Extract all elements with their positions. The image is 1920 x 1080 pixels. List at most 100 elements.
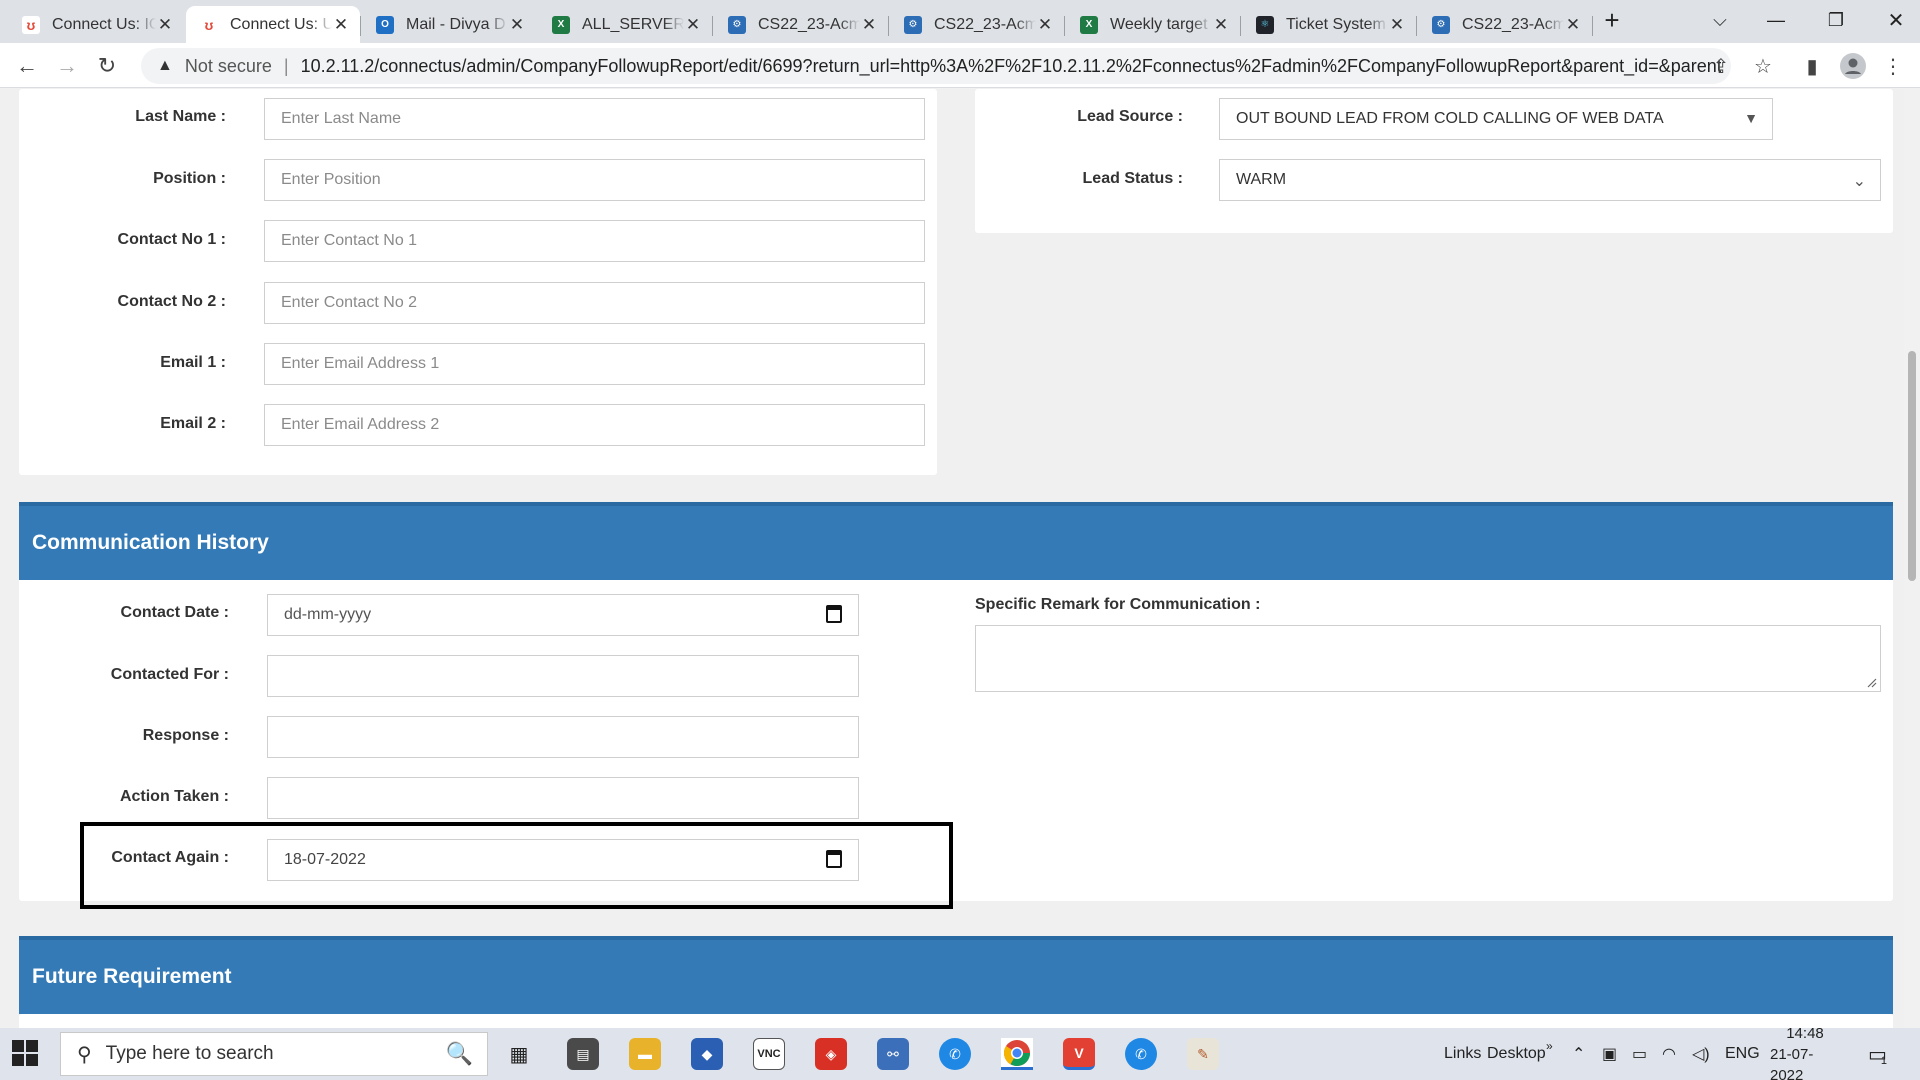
tab-search-chevron-icon[interactable]: ⌵ (1690, 0, 1750, 40)
battery-icon[interactable]: ▭ (1632, 1028, 1647, 1080)
taskbar-search-box[interactable]: ⚲ Type here to search 🔍 (60, 1032, 488, 1076)
side-panel-icon[interactable]: ▮ (1797, 51, 1827, 81)
notification-icon[interactable]: ▭ 1 (1868, 1028, 1887, 1080)
clock-date: 21-07-2022 (1770, 1045, 1814, 1080)
reload-icon[interactable]: ↻ (90, 49, 124, 83)
language-indicator[interactable]: ENG (1725, 1028, 1760, 1080)
close-icon[interactable]: ✕ (1036, 15, 1054, 35)
paint-icon[interactable]: ✎ (1187, 1038, 1219, 1070)
meet-now-icon[interactable]: ▣ (1602, 1028, 1617, 1080)
softphone-icon[interactable]: ✆ (939, 1038, 971, 1070)
remark-label: Specific Remark for Communication : (975, 596, 1261, 613)
contacted-for-input[interactable] (267, 655, 859, 697)
close-icon[interactable]: ✕ (156, 15, 174, 35)
task-view-icon[interactable]: ▦ (503, 1038, 535, 1070)
security-status[interactable]: Not secure (185, 56, 272, 77)
close-icon[interactable]: ✕ (1564, 15, 1582, 35)
phone-link-icon[interactable]: ▤ (567, 1038, 599, 1070)
restore-button[interactable]: ❐ (1806, 0, 1866, 40)
bookmark-star-icon[interactable]: ☆ (1748, 51, 1778, 81)
vnc-viewer-icon[interactable]: VNC (753, 1038, 785, 1070)
browser-tab[interactable]: ⚙ CS22_23-Acme ✕ (1418, 6, 1592, 43)
toolbar-overflow-icon[interactable]: » (1546, 1020, 1553, 1072)
close-window-button[interactable]: ✕ (1866, 0, 1920, 40)
tab-title: ALL_SERVERS_LIST (582, 15, 684, 33)
vivaldi-icon[interactable]: V (1063, 1038, 1095, 1070)
browser-tab[interactable]: O Mail - Divya D ✕ (362, 6, 536, 43)
remark-textarea[interactable] (975, 625, 1881, 692)
action-taken-input[interactable] (267, 777, 859, 819)
address-bar[interactable]: ▲ Not secure | 10.2.11.2/connectus/admin… (141, 48, 1731, 84)
close-icon[interactable]: ✕ (1388, 15, 1406, 35)
contact-no-2-input[interactable]: Enter Contact No 2 (264, 282, 925, 324)
kebab-menu-icon[interactable]: ⋮ (1878, 51, 1908, 81)
lead-status-value: WARM (1236, 171, 1287, 188)
minimize-button[interactable]: — (1746, 0, 1806, 40)
browser-toolbar: ← → ↻ ▲ Not secure | 10.2.11.2/connectus… (0, 43, 1920, 88)
email-1-input[interactable]: Enter Email Address 1 (264, 343, 925, 385)
clock-time: 14:48 (1786, 1024, 1824, 1042)
tab-title: CS22_23-Acme (758, 15, 860, 33)
browser-tab[interactable]: ⚛ Ticket System ✕ (1242, 6, 1416, 43)
lead-source-label: Lead Source : (1077, 108, 1183, 125)
communication-history-header: Communication History (19, 502, 1893, 580)
tab-title: Connect Us: ICon (52, 15, 156, 33)
last-name-input[interactable]: Enter Last Name (264, 98, 925, 140)
contact-date-input[interactable]: dd-mm-yyyy (267, 594, 859, 636)
clock[interactable]: 14:48 21-07-2022 (1770, 1025, 1840, 1080)
warning-triangle-icon: ▲ (157, 57, 173, 74)
position-input[interactable]: Enter Position (264, 159, 925, 201)
tab-title: Mail - Divya D (406, 15, 506, 33)
close-icon[interactable]: ✕ (332, 15, 350, 35)
contact-no-1-label: Contact No 1 : (117, 231, 226, 248)
highlight-box (80, 822, 953, 909)
tab-separator (1416, 16, 1417, 36)
lead-source-select[interactable]: OUT BOUND LEAD FROM COLD CALLING OF WEB … (1219, 98, 1773, 140)
section-title: Future Requirement (32, 965, 232, 988)
placeholder-text: Enter Contact No 2 (281, 294, 418, 311)
browser-tab[interactable]: X ALL_SERVERS_LIST ✕ (538, 6, 712, 43)
url-text[interactable]: 10.2.11.2/connectus/admin/CompanyFollowu… (301, 56, 1721, 77)
tab-separator (1240, 16, 1241, 36)
resize-handle-icon[interactable] (1867, 678, 1877, 688)
close-icon[interactable]: ✕ (508, 15, 526, 35)
share-icon[interactable]: ⇪ (1706, 51, 1736, 81)
response-input[interactable] (267, 716, 859, 758)
links-toolbar[interactable]: Links (1444, 1028, 1481, 1080)
network-app-icon[interactable]: ⚯ (877, 1038, 909, 1070)
volume-icon[interactable]: ◁) (1692, 1028, 1710, 1080)
contact-no-2-label: Contact No 2 : (117, 293, 226, 310)
new-tab-button[interactable]: + (1582, 0, 1642, 40)
browser-tab[interactable]: X Weekly target ✕ (1066, 6, 1240, 43)
action-taken-label: Action Taken : (119, 788, 229, 805)
back-arrow-icon[interactable]: ← (10, 49, 44, 83)
calendar-icon[interactable] (826, 605, 842, 623)
page-scrollbar[interactable] (1904, 89, 1920, 1028)
tab-title: CS22_23-Acme (934, 15, 1036, 33)
search-highlight-icon: 🔍 (445, 1041, 473, 1066)
remote-app-icon[interactable]: ◆ (691, 1038, 723, 1070)
email-2-input[interactable]: Enter Email Address 2 (264, 404, 925, 446)
close-icon[interactable]: ✕ (684, 15, 702, 35)
browser-tab[interactable]: ⚙ CS22_23-Acme ✕ (890, 6, 1064, 43)
chrome-icon[interactable] (1001, 1038, 1033, 1070)
placeholder-text: Enter Email Address 1 (281, 355, 440, 372)
excel-icon: X (552, 15, 570, 34)
forward-arrow-icon[interactable]: → (50, 49, 84, 83)
contact-no-1-input[interactable]: Enter Contact No 1 (264, 220, 925, 262)
anydesk-icon[interactable]: ◈ (815, 1038, 847, 1070)
file-explorer-icon[interactable]: ▬ (629, 1038, 661, 1070)
desktop-toolbar[interactable]: Desktop (1487, 1028, 1546, 1080)
lead-status-select[interactable]: WARM ⌄ (1219, 159, 1881, 201)
wifi-icon[interactable]: ◠ (1662, 1028, 1676, 1080)
browser-tab[interactable]: ⚙ CS22_23-Acme ✕ (714, 6, 888, 43)
browser-tab-active[interactable]: ʊ Connect Us: Update ✕ (186, 6, 360, 43)
scrollbar-thumb[interactable] (1908, 351, 1916, 581)
profile-avatar-icon[interactable] (1838, 51, 1868, 81)
close-icon[interactable]: ✕ (1212, 15, 1230, 35)
browser-tab[interactable]: ʊ Connect Us: ICon ✕ (8, 6, 184, 43)
close-icon[interactable]: ✕ (860, 15, 878, 35)
softphone-icon-2[interactable]: ✆ (1125, 1038, 1157, 1070)
windows-start-icon[interactable] (12, 1040, 40, 1068)
chevron-up-icon[interactable]: ⌃ (1572, 1028, 1585, 1080)
